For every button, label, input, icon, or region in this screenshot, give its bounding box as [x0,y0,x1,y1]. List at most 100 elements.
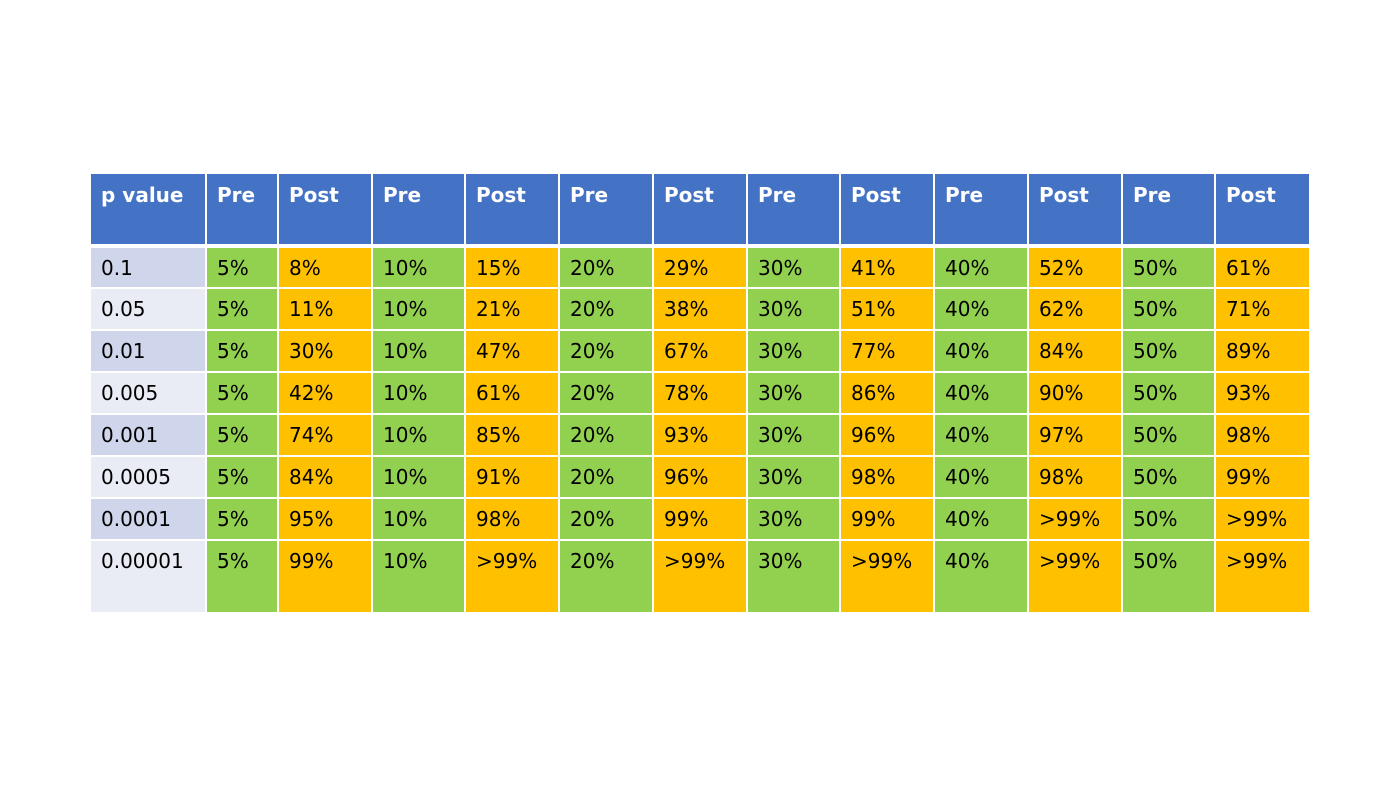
pre-cell: 20% [558,497,654,541]
post-cell: 41% [839,245,935,289]
table-header-row: p value Pre Post Pre Post Pre Post Pre Post Pre Po… [91,174,1309,248]
post-cell: >99% [464,539,560,612]
pre-cell: 30% [746,287,841,331]
header-cell-post: Post [464,174,560,248]
post-cell: 30% [277,329,373,373]
header-cell-pre: Pre [558,174,654,248]
pre-cell: 10% [371,287,466,331]
post-cell: 15% [464,245,560,289]
pvalue-cell: 0.005 [91,371,207,415]
header-cell-post: Post [652,174,748,248]
post-cell: 98% [1027,455,1123,499]
post-cell: 99% [652,497,748,541]
post-cell: 74% [277,413,373,457]
header-cell-post: Post [1214,174,1309,248]
pre-cell: 40% [933,329,1029,373]
pre-cell: 40% [933,245,1029,289]
post-cell: 93% [1214,371,1309,415]
post-cell: 99% [1214,455,1309,499]
pvalue-cell: 0.0005 [91,455,207,499]
header-cell-pre: Pre [371,174,466,248]
post-cell: 84% [277,455,373,499]
pre-cell: 40% [933,413,1029,457]
post-cell: 99% [839,497,935,541]
post-cell: 52% [1027,245,1123,289]
post-cell: >99% [1027,497,1123,541]
pre-cell: 30% [746,497,841,541]
post-cell: 96% [652,455,748,499]
pre-cell: 20% [558,371,654,415]
pre-cell: 30% [746,371,841,415]
post-cell: 97% [1027,413,1123,457]
post-cell: >99% [652,539,748,612]
table-row: 0.00001 5% 99% 10% >99% 20% >99% 30% >99% 40% >99%… [91,539,1309,612]
pre-cell: 40% [933,497,1029,541]
header-cell-pvalue: p value [91,174,207,248]
pre-cell: 30% [746,455,841,499]
header-cell-pre: Pre [205,174,279,248]
pre-cell: 30% [746,539,841,612]
post-cell: 91% [464,455,560,499]
pre-cell: 5% [205,539,279,612]
pre-cell: 30% [746,413,841,457]
table-row: 0.001 5% 74% 10% 85% 20% 93% 30% 96% 40% 97% 50% 98% [91,413,1309,457]
pre-cell: 40% [933,371,1029,415]
table-row: 0.005 5% 42% 10% 61% 20% 78% 30% 86% 40% 90% 50% 93% [91,371,1309,415]
table-row: 0.0005 5% 84% 10% 91% 20% 96% 30% 98% 40% 98% 50% 99… [91,455,1309,499]
post-cell: 71% [1214,287,1309,331]
header-cell-post: Post [277,174,373,248]
post-cell: 98% [464,497,560,541]
pvalue-cell: 0.0001 [91,497,207,541]
pre-cell: 20% [558,455,654,499]
header-cell-pre: Pre [933,174,1029,248]
pvalue-cell: 0.001 [91,413,207,457]
pre-cell: 10% [371,539,466,612]
post-cell: >99% [1214,539,1309,612]
header-cell-post: Post [1027,174,1123,248]
post-cell: 93% [652,413,748,457]
pvalue-cell: 0.01 [91,329,207,373]
pre-cell: 30% [746,329,841,373]
pre-cell: 40% [933,539,1029,612]
post-cell: 78% [652,371,748,415]
pre-cell: 5% [205,329,279,373]
header-cell-pre: Pre [746,174,841,248]
pre-cell: 5% [205,371,279,415]
post-cell: 89% [1214,329,1309,373]
post-cell: >99% [839,539,935,612]
post-cell: 11% [277,287,373,331]
post-cell: >99% [1214,497,1309,541]
pvalue-cell: 0.05 [91,287,207,331]
pre-cell: 20% [558,413,654,457]
pre-cell: 20% [558,539,654,612]
pre-cell: 5% [205,245,279,289]
post-cell: 77% [839,329,935,373]
table-row: 0.0001 5% 95% 10% 98% 20% 99% 30% 99% 40% >99% 50% >… [91,497,1309,541]
post-cell: 42% [277,371,373,415]
pre-cell: 10% [371,245,466,289]
pre-cell: 20% [558,245,654,289]
post-cell: 98% [1214,413,1309,457]
post-cell: 47% [464,329,560,373]
pre-cell: 20% [558,329,654,373]
post-cell: 38% [652,287,748,331]
pre-cell: 10% [371,413,466,457]
post-cell: 95% [277,497,373,541]
pre-cell: 50% [1121,413,1216,457]
post-cell: 8% [277,245,373,289]
post-cell: 84% [1027,329,1123,373]
pre-cell: 30% [746,245,841,289]
post-cell: 61% [464,371,560,415]
pre-cell: 5% [205,413,279,457]
pre-cell: 5% [205,287,279,331]
post-cell: 96% [839,413,935,457]
pre-cell: 10% [371,497,466,541]
header-cell-pre: Pre [1121,174,1216,248]
post-cell: >99% [1027,539,1123,612]
table-row: 0.05 5% 11% 10% 21% 20% 38% 30% 51% 40% 62% 50% 71% [91,287,1309,331]
table-row: 0.1 5% 8% 10% 15% 20% 29% 30% 41% 40% 52% 50% 61% [91,245,1309,289]
pre-cell: 50% [1121,371,1216,415]
post-cell: 98% [839,455,935,499]
post-cell: 62% [1027,287,1123,331]
pre-cell: 10% [371,329,466,373]
